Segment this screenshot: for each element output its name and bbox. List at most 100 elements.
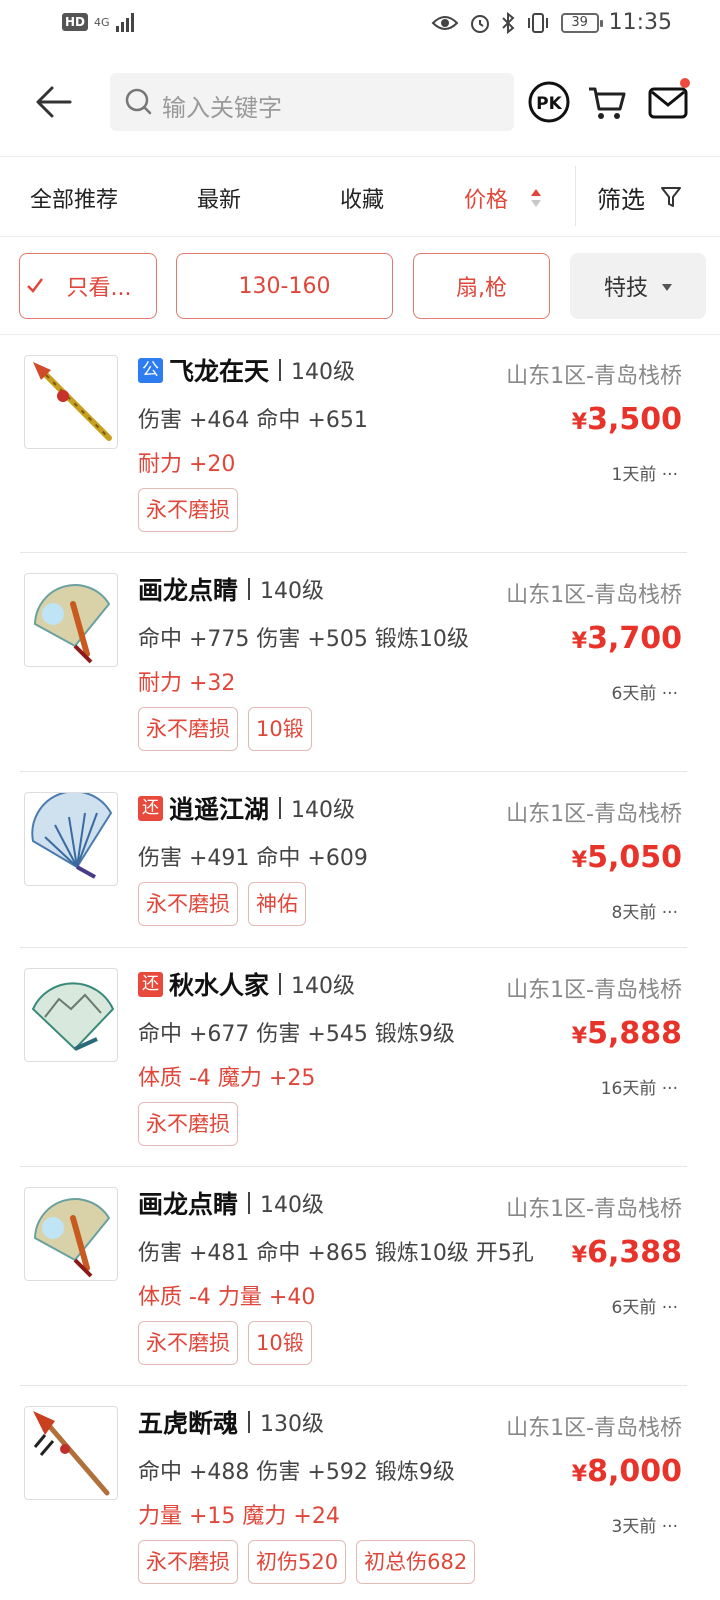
item-title-row: 五虎断魂 130级 <box>138 1406 324 1438</box>
return-badge: 还 <box>138 795 163 821</box>
price-value: 6,388 <box>587 1235 682 1270</box>
item-server: 山东1区-青岛栈桥 <box>506 583 682 608</box>
alarm-icon <box>470 14 489 33</box>
check-icon <box>27 278 43 293</box>
item-stats: 命中 +677 伤害 +545 锻炼9级 <box>138 1022 455 1047</box>
item-level: 140级 <box>260 579 325 604</box>
list-item[interactable]: 五虎断魂 130级 山东1区-青岛栈桥 命中 +488 伤害 +592 锻炼9级… <box>0 1386 720 1600</box>
item-stats: 伤害 +481 命中 +865 锻炼10级 开5孔 <box>138 1241 534 1266</box>
item-tags: 永不磨损 <box>138 488 238 532</box>
sort-arrows-icon <box>531 189 541 207</box>
cart-icon[interactable] <box>586 81 628 123</box>
title-divider <box>279 359 282 381</box>
message-button[interactable] <box>646 78 690 124</box>
search-placeholder: 输入关键字 <box>162 94 282 122</box>
chip-weapon-type[interactable]: 扇,枪 <box>413 253 550 319</box>
item-image <box>24 968 118 1062</box>
price-value: 5,050 <box>587 840 682 875</box>
item-listed-time: 6天前 ··· <box>612 1293 678 1318</box>
tag: 10锻 <box>248 707 312 751</box>
price-value: 3,700 <box>587 621 682 656</box>
item-image <box>24 573 118 667</box>
item-level: 140级 <box>291 974 356 999</box>
item-tags: 永不磨损 10锻 <box>138 707 312 751</box>
item-name: 秋水人家 <box>169 971 270 1000</box>
chip-only-view[interactable]: 只看... <box>19 253 157 319</box>
more-icon[interactable]: ··· <box>662 465 678 485</box>
item-tags: 永不磨损 初伤520 初总伤682 <box>138 1540 476 1584</box>
tag: 永不磨损 <box>138 488 238 532</box>
item-server: 山东1区-青岛栈桥 <box>506 364 682 389</box>
pk-compare-icon[interactable]: PK <box>528 81 570 123</box>
network-indicator: 4G <box>94 15 110 29</box>
more-icon[interactable]: ··· <box>662 1079 678 1099</box>
fan-icon <box>33 584 111 664</box>
tab-favorites[interactable]: 收藏 <box>340 182 384 214</box>
item-server: 山东1区-青岛栈桥 <box>506 1416 682 1441</box>
public-badge: 公 <box>138 357 163 383</box>
item-stats: 命中 +488 伤害 +592 锻炼9级 <box>138 1460 455 1485</box>
bluetooth-icon <box>501 11 515 34</box>
item-price: ¥6,388 <box>572 1235 682 1270</box>
item-level: 130级 <box>260 1412 325 1437</box>
list-item[interactable]: 还 逍遥江湖 140级 山东1区-青岛栈桥 伤害 +491 命中 +609 ¥5… <box>0 772 720 948</box>
listed-ago: 6天前 <box>611 1298 657 1318</box>
return-badge: 还 <box>138 971 163 997</box>
chip-label: 特技 <box>603 276 648 301</box>
item-listed-time: 1天前 ··· <box>612 460 678 485</box>
list-item[interactable]: 还 秋水人家 140级 山东1区-青岛栈桥 命中 +677 伤害 +545 锻炼… <box>0 948 720 1167</box>
item-stats: 伤害 +464 命中 +651 <box>138 408 368 433</box>
item-name: 逍遥江湖 <box>169 795 270 824</box>
title-divider <box>248 1411 251 1433</box>
listed-ago: 6天前 <box>611 684 657 704</box>
chip-label: 扇,枪 <box>456 276 507 301</box>
chip-level-range[interactable]: 130-160 <box>176 253 393 319</box>
fan-icon <box>33 1198 111 1278</box>
filter-button[interactable]: 筛选 <box>597 180 645 215</box>
spear-icon <box>33 362 112 441</box>
more-icon[interactable]: ··· <box>662 684 678 704</box>
tab-newest[interactable]: 最新 <box>197 182 241 214</box>
tab-all-recommended[interactable]: 全部推荐 <box>30 182 118 214</box>
filter-icon[interactable] <box>660 185 682 209</box>
hd-indicator: HD <box>62 13 89 31</box>
list-item[interactable]: 公 飞龙在天 140级 山东1区-青岛栈桥 伤害 +464 命中 +651 耐力… <box>0 334 720 553</box>
item-price: ¥3,500 <box>572 402 682 437</box>
price-value: 3,500 <box>587 402 682 437</box>
item-image <box>24 355 118 449</box>
sort-tabs: 全部推荐 最新 收藏 价格 筛选 <box>0 158 720 236</box>
item-stats: 伤害 +491 命中 +609 <box>138 846 368 871</box>
title-divider <box>279 797 282 819</box>
item-extra-stats: 耐力 +20 <box>138 452 236 477</box>
tag: 10锻 <box>248 1321 312 1365</box>
item-stats: 命中 +775 伤害 +505 锻炼10级 <box>138 627 469 652</box>
unread-dot <box>680 78 690 88</box>
item-tags: 永不磨损 神佑 <box>138 882 306 926</box>
more-icon[interactable]: ··· <box>662 1517 678 1537</box>
list-item[interactable]: 画龙点睛 140级 山东1区-青岛栈桥 伤害 +481 命中 +865 锻炼10… <box>0 1167 720 1386</box>
tab-price[interactable]: 价格 <box>464 182 508 214</box>
more-icon[interactable]: ··· <box>662 1298 678 1318</box>
tab-divider <box>575 166 576 226</box>
item-price: ¥3,700 <box>572 621 682 656</box>
chip-label: 只看... <box>66 276 132 301</box>
tag: 初总伤682 <box>356 1540 476 1584</box>
item-price: ¥8,000 <box>572 1454 682 1489</box>
item-listed-time: 16天前 ··· <box>601 1074 678 1099</box>
item-server: 山东1区-青岛栈桥 <box>506 978 682 1003</box>
more-icon[interactable]: ··· <box>662 903 678 923</box>
chip-label: 130-160 <box>238 273 331 299</box>
svg-text:PK: PK <box>536 94 562 114</box>
item-extra-stats: 体质 -4 力量 +40 <box>138 1285 316 1310</box>
chip-special-skill[interactable]: 特技 <box>570 253 706 319</box>
item-name: 画龙点睛 <box>138 1190 239 1219</box>
filter-chips: 只看... 130-160 扇,枪 特技 <box>0 238 720 334</box>
tag: 永不磨损 <box>138 1321 238 1365</box>
search-input[interactable]: 输入关键字 <box>110 73 514 131</box>
battery-icon: 39 <box>560 12 603 33</box>
item-price: ¥5,888 <box>572 1016 682 1051</box>
back-arrow-icon[interactable] <box>30 78 78 126</box>
list-item[interactable]: 画龙点睛 140级 山东1区-青岛栈桥 命中 +775 伤害 +505 锻炼10… <box>0 553 720 772</box>
item-name: 飞龙在天 <box>169 357 270 386</box>
currency-symbol: ¥ <box>571 1024 588 1049</box>
